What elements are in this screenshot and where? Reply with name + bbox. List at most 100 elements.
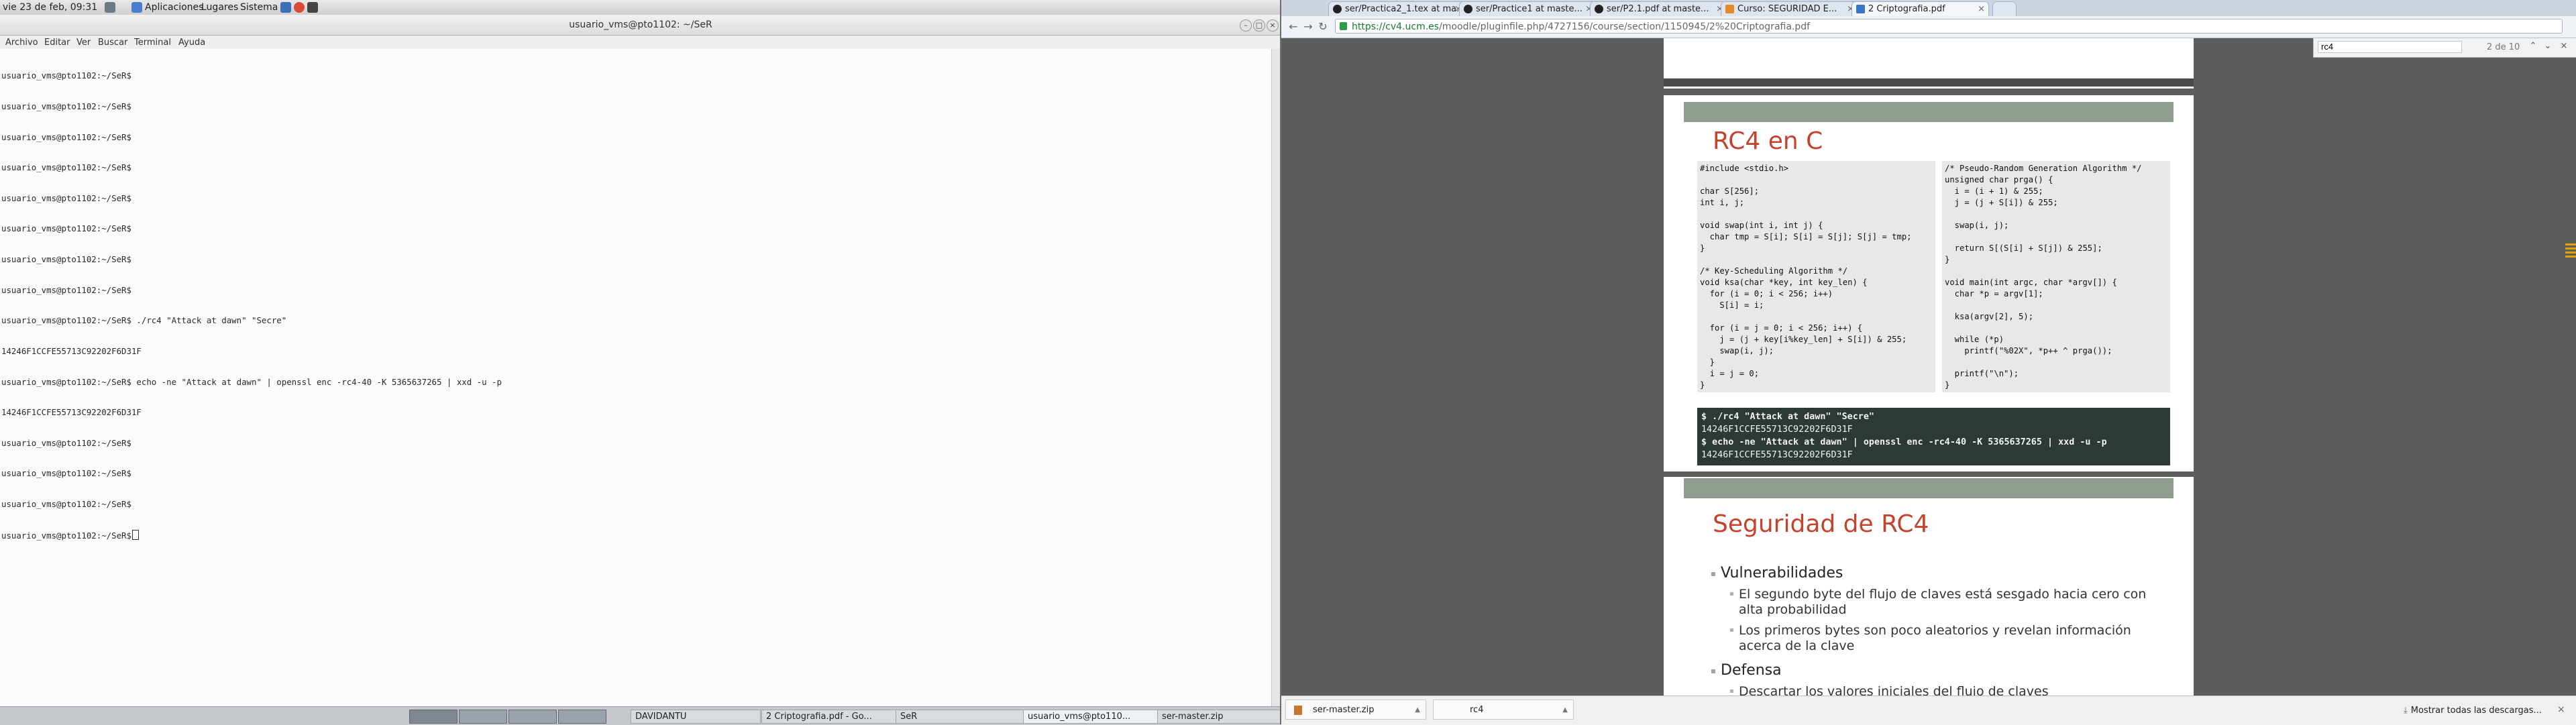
menu-ayuda[interactable]: Ayuda: [178, 38, 205, 48]
terminal-output-line: 14246F1CCFE55713C92202F6D31F: [1701, 450, 1853, 460]
menu-archivo[interactable]: Archivo: [5, 38, 38, 48]
download-name: rc4: [1470, 705, 1484, 715]
task-davidantu[interactable]: DAVIDANTU: [631, 710, 761, 724]
menu-sistema[interactable]: Sistema: [240, 2, 278, 13]
download-shelf: ser-master.zip ▲ rc4 ▲ ⤓ Mostrar todas las …: [1281, 695, 2576, 725]
code-block-ksa: #include <stdio.h> char S[256]; int i, j…: [1697, 161, 1935, 392]
menu-terminal[interactable]: Terminal: [134, 38, 171, 48]
terminal-menubar: Archivo Editar Ver Buscar Terminal Ayuda: [0, 36, 1281, 50]
pdf-scrollbar[interactable]: [2559, 57, 2576, 695]
show-all-downloads-link[interactable]: ⤓ Mostrar todas las descargas...: [2404, 706, 2542, 716]
menu-aplicaciones[interactable]: Aplicaciones: [145, 2, 203, 13]
slide-title: RC4 en C: [1713, 127, 1823, 155]
sub-bullet: El segundo byte del flujo de claves está…: [1730, 587, 2155, 618]
find-match-marker: [2565, 256, 2576, 258]
task-chrome-pdf[interactable]: 2 Criptografia.pdf - Go...: [761, 710, 898, 724]
pdf-icon: [1856, 5, 1865, 13]
slide-title: Seguridad de RC4: [1713, 510, 1929, 538]
url-path: /moodle/pluginfile.php/4727156/course/se…: [1439, 21, 1811, 32]
slide-terminal-example: $ ./rc4 "Attack at dawn" "Secre" 14246F1C…: [1697, 408, 2170, 465]
reload-icon[interactable]: ↻: [1316, 20, 1330, 34]
github-icon: [1464, 5, 1472, 13]
moodle-icon: [1725, 5, 1734, 13]
help-icon[interactable]: [280, 2, 291, 13]
panel-clock[interactable]: vie 23 de feb, 09:31: [3, 2, 97, 13]
menu-buscar[interactable]: Buscar: [98, 38, 127, 48]
terminal-line: 14246F1CCFE55713C92202F6D31F: [1, 407, 142, 418]
tab-label: ser/Practice1 at maste...: [1476, 4, 1582, 14]
workspace-4[interactable]: [558, 710, 606, 724]
forward-icon[interactable]: →: [1301, 20, 1315, 34]
terminal-line: usuario_vms@pto1102:~/SeR$ echo -ne "Att…: [1, 376, 502, 387]
terminal-line: usuario_vms@pto1102:~/SeR$: [1, 468, 131, 479]
tab-label: ser/Practica2_1.tex at ma...: [1345, 4, 1465, 14]
terminal-line: usuario_vms@pto1102:~/SeR$: [1, 131, 131, 142]
terminal-output[interactable]: usuario_vms@pto1102:~/SeR$ usuario_vms@p…: [0, 49, 1271, 706]
pdf-page-previous: [1664, 38, 2194, 89]
show-all-label: Mostrar todas las descargas...: [2410, 706, 2542, 716]
launcher-icon[interactable]: [105, 2, 115, 13]
workspace-3[interactable]: [508, 710, 557, 724]
back-icon[interactable]: ←: [1287, 20, 1300, 34]
find-match-marker: [2565, 243, 2576, 245]
applications-icon: [131, 2, 142, 13]
terminal-line: usuario_vms@pto1102:~/SeR$: [1, 437, 131, 448]
find-match-marker: [2565, 252, 2576, 254]
zip-file-icon: [1294, 706, 1302, 715]
tab-label: 2 Criptografia.pdf: [1868, 4, 1945, 14]
terminal-line: usuario_vms@pto1102:~/SeR$: [1, 284, 131, 295]
chevron-down-icon[interactable]: ▲: [1562, 700, 1568, 720]
find-previous-icon[interactable]: ⌃: [2527, 41, 2539, 53]
slide-header-band: [1684, 102, 2174, 122]
chevron-down-icon[interactable]: ▲: [1415, 700, 1420, 720]
terminal-titlebar[interactable]: usuario_vms@pto1102: ~/SeR – □ ×: [0, 15, 1281, 36]
tab-practice1[interactable]: ser/Practice1 at maste... ×: [1459, 1, 1597, 16]
tab-practica2[interactable]: ser/Practica2_1.tex at ma... ×: [1328, 1, 1466, 16]
find-next-icon[interactable]: ⌄: [2542, 41, 2554, 53]
menu-lugares[interactable]: Lugares: [201, 2, 238, 13]
terminal-output-line: 14246F1CCFE55713C92202F6D31F: [1701, 425, 1853, 435]
task-terminal[interactable]: usuario_vms@pto110...: [1023, 710, 1160, 724]
tab-moodle-course[interactable]: Curso: SEGURIDAD E... ×: [1721, 1, 1858, 16]
workspace-1[interactable]: [409, 710, 458, 724]
gnome-bottom-panel: DAVIDANTU 2 Criptografia.pdf - Go... SeR…: [0, 706, 1281, 725]
find-match-marker: [2565, 247, 2576, 249]
maximize-icon[interactable]: □: [1253, 19, 1265, 32]
minimize-icon[interactable]: –: [1240, 19, 1252, 32]
gnome-top-panel: vie 23 de feb, 09:31 Aplicaciones Lugare…: [0, 0, 1281, 15]
tab-p21[interactable]: ser/P2.1.pdf at maste... ×: [1590, 1, 1727, 16]
close-icon[interactable]: ×: [1267, 19, 1279, 32]
pdf-page-seguridad-rc4: Seguridad de RC4 Vulnerabilidades El seg…: [1664, 477, 2194, 699]
tab-close-icon[interactable]: ×: [1978, 2, 1985, 16]
menu-ver[interactable]: Ver: [76, 38, 91, 48]
menu-editar[interactable]: Editar: [44, 38, 70, 48]
terminal-command: $ echo -ne "Attack at dawn" | openssl en…: [1701, 437, 2107, 447]
workspace-2[interactable]: [459, 710, 507, 724]
tab-label: ser/P2.1.pdf at maste...: [1607, 4, 1709, 14]
terminal-prompt: usuario_vms@pto1102:~/SeR$: [1, 530, 131, 541]
download-item[interactable]: ser-master.zip ▲: [1285, 700, 1426, 720]
terminal-line: usuario_vms@pto1102:~/SeR$ ./rc4 "Attack…: [1, 315, 287, 326]
find-input[interactable]: [2318, 41, 2462, 53]
terminal-line: usuario_vms@pto1102:~/SeR$: [1, 192, 131, 203]
terminal-line: usuario_vms@pto1102:~/SeR$: [1, 101, 131, 112]
bullet-defensa: Defensa: [1711, 662, 1782, 679]
close-shelf-icon[interactable]: ×: [2557, 704, 2565, 715]
terminal-launcher-icon[interactable]: [307, 2, 318, 13]
new-tab-button[interactable]: [1992, 1, 2017, 16]
browser-toolbar: ← → ↻ https://cv4.ucm.es/moodle/pluginfi…: [1281, 16, 2576, 38]
find-close-icon[interactable]: ×: [2558, 41, 2570, 53]
tab-criptografia-pdf[interactable]: 2 Criptografia.pdf ×: [1851, 1, 1989, 16]
download-item[interactable]: rc4 ▲: [1433, 700, 1574, 720]
github-icon: [1333, 5, 1342, 13]
terminal-prompt-line: usuario_vms@pto1102:~/SeR$: [1, 529, 502, 541]
terminal-line: usuario_vms@pto1102:~/SeR$: [1, 254, 131, 265]
terminal-title: usuario_vms@pto1102: ~/SeR: [569, 19, 712, 30]
chrome-icon[interactable]: [294, 2, 305, 13]
task-ser-folder[interactable]: SeR: [896, 710, 1026, 724]
sub-bullet: Los primeros bytes son poco aleatorios y…: [1730, 623, 2155, 654]
task-ser-master-zip[interactable]: ser-master.zip: [1157, 710, 1281, 724]
address-bar[interactable]: https://cv4.ucm.es/moodle/pluginfile.php…: [1335, 19, 2563, 34]
terminal-line: usuario_vms@pto1102:~/SeR$: [1, 162, 131, 173]
lock-icon: [1340, 22, 1347, 30]
